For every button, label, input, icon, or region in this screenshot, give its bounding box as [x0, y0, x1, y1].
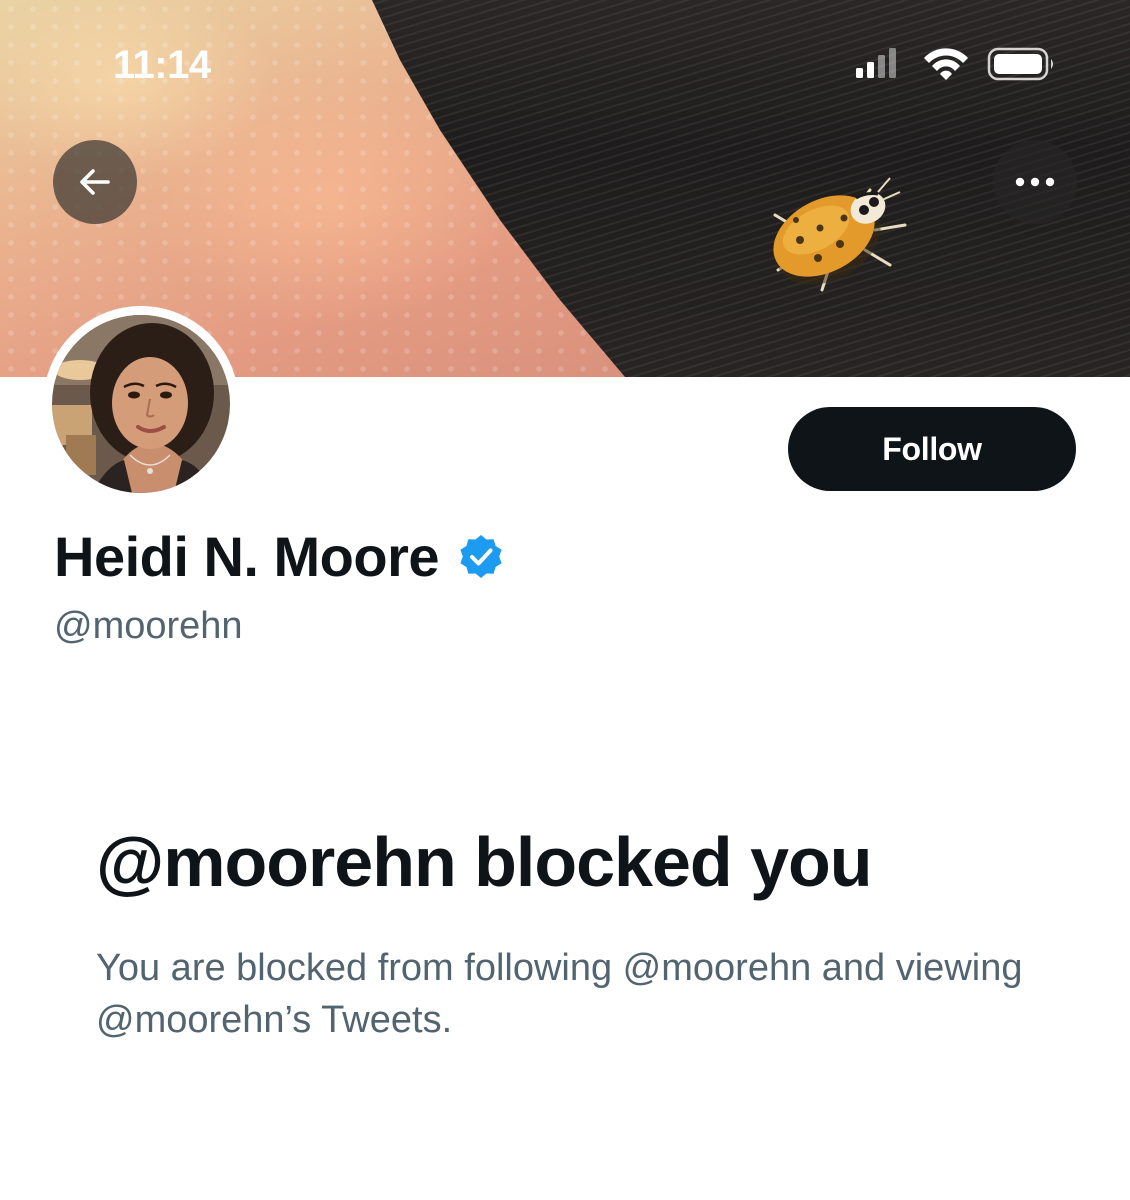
more-horizontal-icon — [1015, 177, 1055, 187]
status-bar-icons — [856, 47, 1053, 81]
arrow-left-icon — [80, 169, 110, 195]
avatar-photo — [52, 315, 230, 493]
verified-badge-icon[interactable] — [457, 533, 505, 581]
blocked-notice-message: You are blocked from following @moorehn … — [96, 947, 1023, 1041]
profile-name-row: Heidi N. Moore — [54, 526, 505, 588]
profile-handle: @moorehn — [54, 605, 243, 647]
wifi-icon — [924, 48, 968, 80]
battery-icon — [987, 47, 1053, 81]
ladybug-image — [773, 177, 907, 292]
more-options-button[interactable] — [993, 140, 1077, 224]
profile-screen: 11:14 Follow Heidi N. Moore @moorehn @mo… — [0, 0, 1130, 1200]
profile-display-name: Heidi N. Moore — [54, 525, 440, 588]
back-button[interactable] — [53, 140, 137, 224]
profile-avatar[interactable] — [43, 306, 239, 502]
blocked-notice-title: @moorehn blocked you — [96, 823, 873, 901]
follow-button[interactable]: Follow — [788, 407, 1076, 491]
status-bar-time: 11:14 — [113, 43, 211, 87]
cellular-signal-icon — [856, 48, 896, 78]
